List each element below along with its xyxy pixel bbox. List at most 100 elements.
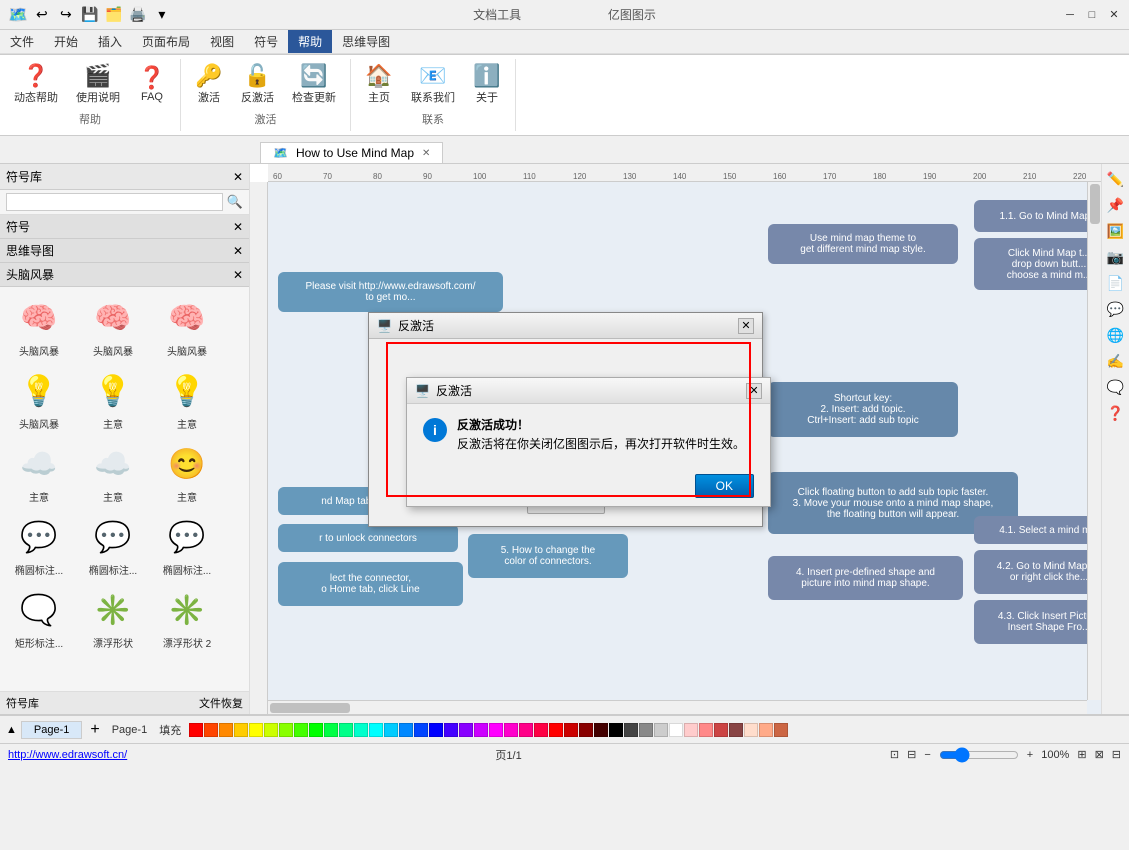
rtool-text[interactable]: 📄	[1105, 272, 1127, 294]
doc-tab-mindmap[interactable]: 🗺️ How to Use Mind Map ✕	[260, 142, 443, 163]
color-swatch-27[interactable]	[594, 723, 608, 737]
color-swatch-29[interactable]	[624, 723, 638, 737]
rtool-chat[interactable]: 💬	[1105, 298, 1127, 320]
color-swatch-33[interactable]	[684, 723, 698, 737]
rtool-image[interactable]: 🖼️	[1105, 220, 1127, 242]
zoom-out-btn[interactable]: −	[924, 749, 930, 761]
outer-dialog-close-btn[interactable]: ✕	[738, 318, 754, 334]
menu-view[interactable]: 视图	[200, 30, 244, 53]
layout-btn3[interactable]: ⊟	[1112, 748, 1121, 761]
close-btn[interactable]: ✕	[1107, 8, 1121, 22]
color-swatch-3[interactable]	[234, 723, 248, 737]
color-swatch-11[interactable]	[354, 723, 368, 737]
shape-item-5[interactable]: 💡 主意	[152, 364, 222, 433]
maximize-btn[interactable]: □	[1085, 8, 1099, 22]
color-swatch-10[interactable]	[339, 723, 353, 737]
menu-start[interactable]: 开始	[44, 30, 88, 53]
rtool-edit[interactable]: ✍️	[1105, 350, 1127, 372]
rtool-pen[interactable]: ✏️	[1105, 168, 1127, 190]
shape-item-14[interactable]: ✳️ 漂浮形状 2	[152, 583, 222, 652]
color-swatch-39[interactable]	[774, 723, 788, 737]
shape-item-3[interactable]: 💡 头脑风暴	[4, 364, 74, 433]
inner-dialog-close-btn[interactable]: ✕	[746, 383, 762, 399]
shape-item-1[interactable]: 🧠 头脑风暴	[78, 291, 148, 360]
color-swatch-22[interactable]	[519, 723, 533, 737]
undo-btn[interactable]: ↩	[32, 5, 52, 25]
color-swatch-5[interactable]	[264, 723, 278, 737]
color-swatch-14[interactable]	[399, 723, 413, 737]
color-swatch-12[interactable]	[369, 723, 383, 737]
contact-us-btn[interactable]: 📧 联系我们	[405, 63, 461, 107]
page-nav-btn[interactable]: ▲	[6, 724, 17, 736]
shape-item-4[interactable]: 💡 主意	[78, 364, 148, 433]
shape-item-13[interactable]: ✳️ 漂浮形状	[78, 583, 148, 652]
color-swatch-8[interactable]	[309, 723, 323, 737]
shape-item-10[interactable]: 💬 椭圆标注...	[78, 510, 148, 579]
sidebar-search-input[interactable]	[6, 193, 223, 211]
sidebar-close-btn[interactable]: ✕	[233, 170, 243, 184]
redo-btn[interactable]: ↪	[56, 5, 76, 25]
color-swatch-9[interactable]	[324, 723, 338, 737]
add-page-btn[interactable]: +	[86, 721, 103, 739]
shape-item-7[interactable]: ☁️ 主意	[78, 437, 148, 506]
menu-page-layout[interactable]: 页面布局	[132, 30, 200, 53]
color-swatch-6[interactable]	[279, 723, 293, 737]
activate-btn[interactable]: 🔑 激活	[189, 63, 229, 107]
save-btn[interactable]: 💾	[80, 5, 100, 25]
status-url[interactable]: http://www.edrawsoft.cn/	[8, 749, 127, 761]
rtool-help[interactable]: ❓	[1105, 402, 1127, 424]
color-swatch-19[interactable]	[474, 723, 488, 737]
color-swatch-13[interactable]	[384, 723, 398, 737]
fit-width-btn[interactable]: ⊟	[907, 748, 916, 761]
shape-item-9[interactable]: 💬 椭圆标注...	[4, 510, 74, 579]
section-mindmap[interactable]: 思维导图 ✕	[0, 239, 249, 263]
color-swatch-17[interactable]	[444, 723, 458, 737]
color-swatch-25[interactable]	[564, 723, 578, 737]
color-swatch-1[interactable]	[204, 723, 218, 737]
layout-btn2[interactable]: ⊠	[1095, 748, 1104, 761]
rtool-photo[interactable]: 📷	[1105, 246, 1127, 268]
color-swatch-30[interactable]	[639, 723, 653, 737]
color-swatch-34[interactable]	[699, 723, 713, 737]
rtool-pointer[interactable]: 📌	[1105, 194, 1127, 216]
color-swatch-21[interactable]	[504, 723, 518, 737]
page-tab-1[interactable]: Page-1	[21, 721, 82, 739]
shape-item-12[interactable]: 🗨️ 矩形标注...	[4, 583, 74, 652]
color-swatch-0[interactable]	[189, 723, 203, 737]
color-swatch-23[interactable]	[534, 723, 548, 737]
menu-symbol[interactable]: 符号	[244, 30, 288, 53]
shape-item-2[interactable]: 🧠 头脑风暴	[152, 291, 222, 360]
file-restore-btn[interactable]: 文件恢复	[199, 695, 243, 711]
home-btn[interactable]: 🏠 主页	[359, 63, 399, 107]
dynamic-help-btn[interactable]: ❓ 动态帮助	[8, 63, 64, 107]
color-swatch-37[interactable]	[744, 723, 758, 737]
color-swatch-36[interactable]	[729, 723, 743, 737]
color-swatch-7[interactable]	[294, 723, 308, 737]
zoom-in-btn[interactable]: +	[1027, 749, 1033, 761]
faq-btn[interactable]: ❓ FAQ	[132, 65, 172, 105]
color-swatch-32[interactable]	[669, 723, 683, 737]
color-swatch-15[interactable]	[414, 723, 428, 737]
rtool-chat2[interactable]: 🗨️	[1105, 376, 1127, 398]
color-swatch-35[interactable]	[714, 723, 728, 737]
color-swatch-38[interactable]	[759, 723, 773, 737]
section-symbol-close[interactable]: ✕	[233, 220, 243, 234]
about-btn[interactable]: ℹ️ 关于	[467, 63, 507, 107]
doc-tab-close-btn[interactable]: ✕	[422, 148, 430, 159]
search-icon[interactable]: 🔍	[227, 194, 243, 210]
canvas-content[interactable]: How to useEdraw MindMap? Please visit ht…	[268, 182, 1101, 714]
color-swatch-20[interactable]	[489, 723, 503, 737]
color-swatch-28[interactable]	[609, 723, 623, 737]
section-brainstorm-close[interactable]: ✕	[233, 268, 243, 282]
section-mindmap-close[interactable]: ✕	[233, 244, 243, 258]
print-btn[interactable]: 🖨️	[128, 5, 148, 25]
menu-file[interactable]: 文件	[0, 30, 44, 53]
ok-btn[interactable]: OK	[695, 474, 754, 498]
zoom-slider[interactable]	[939, 747, 1019, 763]
color-swatch-16[interactable]	[429, 723, 443, 737]
minimize-btn[interactable]: ─	[1063, 8, 1077, 22]
color-swatch-4[interactable]	[249, 723, 263, 737]
check-update-btn[interactable]: 🔄 检查更新	[286, 63, 342, 107]
section-brainstorm[interactable]: 头脑风暴 ✕	[0, 263, 249, 287]
shape-item-0[interactable]: 🧠 头脑风暴	[4, 291, 74, 360]
